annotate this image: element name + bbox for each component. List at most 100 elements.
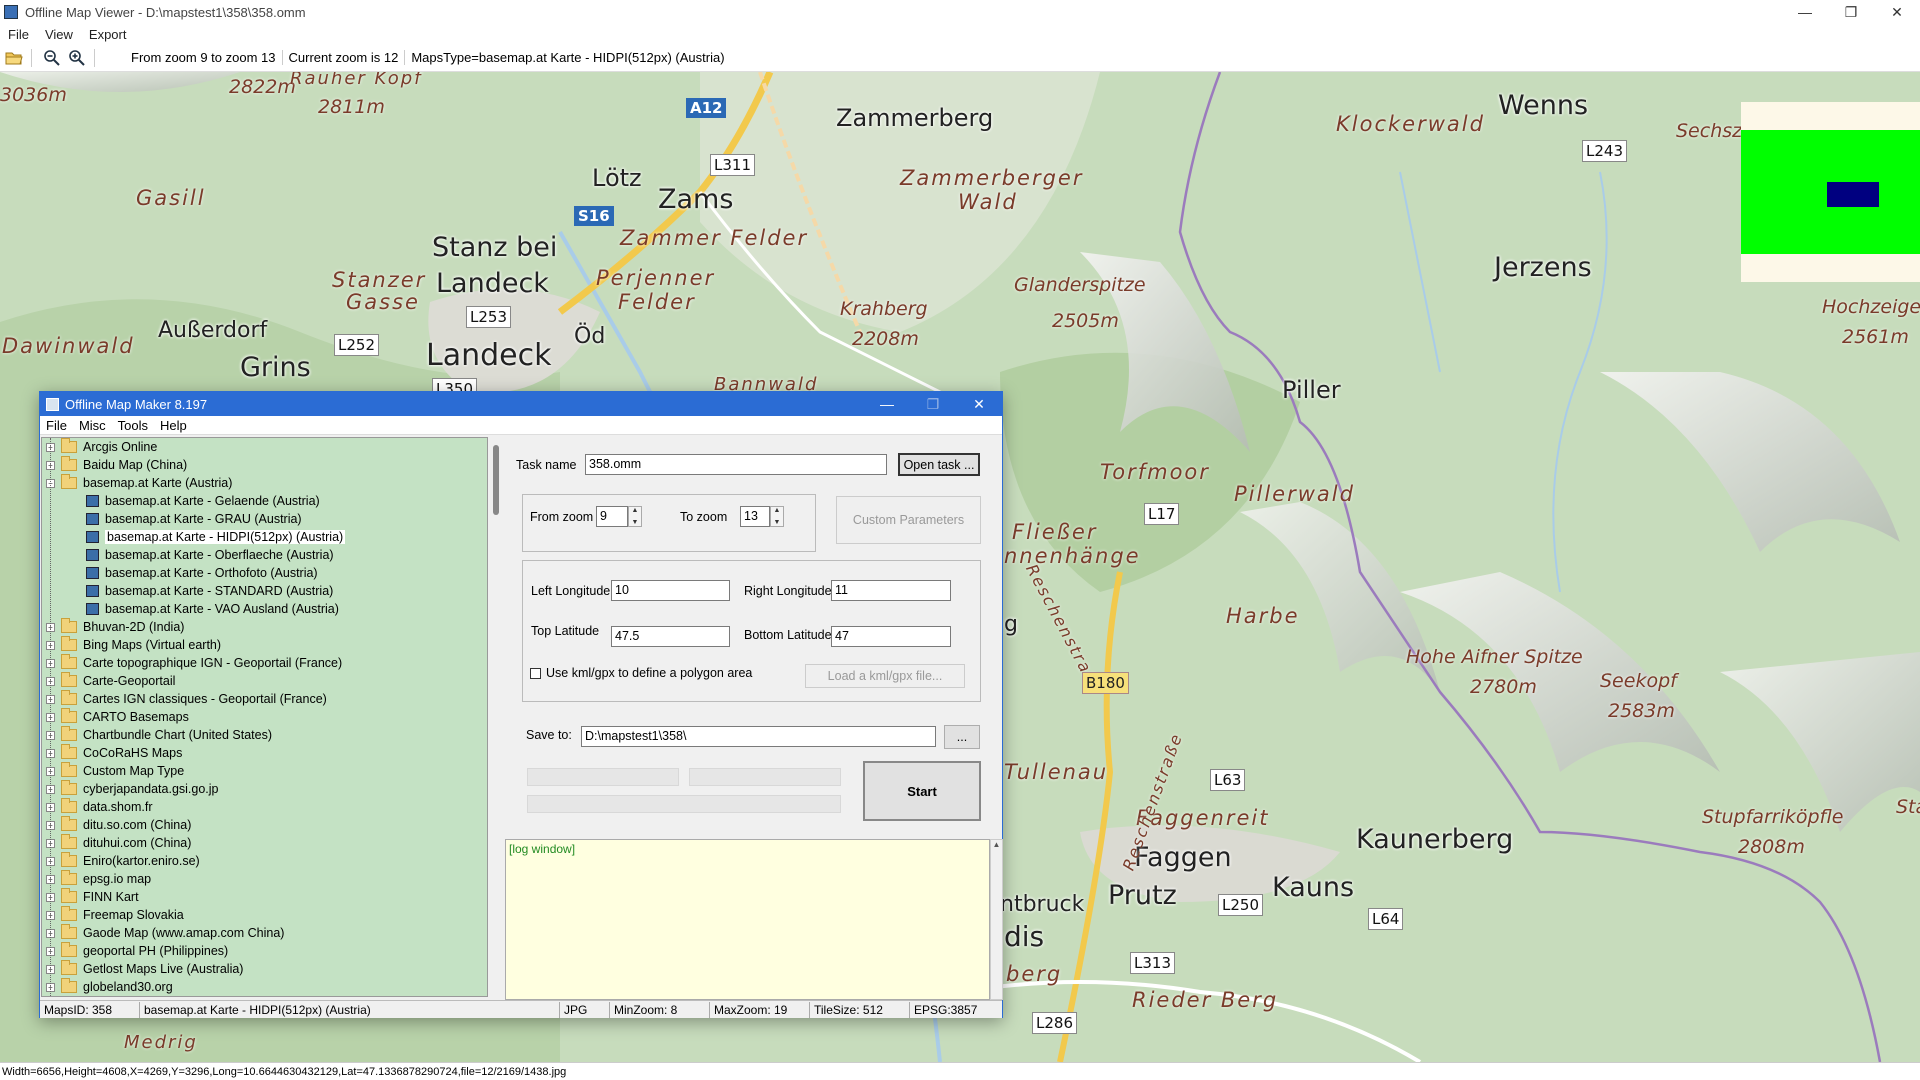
menu-file[interactable]: File [0, 27, 37, 42]
dialog-menu-help[interactable]: Help [154, 418, 193, 433]
map-label: g [1004, 612, 1018, 637]
tree-folder-item[interactable]: + Bing Maps (Virtual earth) [42, 636, 487, 654]
open-task-button[interactable]: Open task ... [898, 453, 980, 476]
tree-folder-item[interactable]: + Eniro(kartor.eniro.se) [42, 852, 487, 870]
tree-folder-item[interactable]: + dituhui.com (China) [42, 834, 487, 852]
zoom-in-icon[interactable] [66, 47, 88, 69]
folder-icon [61, 834, 77, 849]
tree-folder-item[interactable]: + epsg.io map [42, 870, 487, 888]
save-to-input[interactable]: D:\mapstest1\358\ [581, 726, 936, 747]
tree-folder-item[interactable]: + Carte-Geoportail [42, 672, 487, 690]
from-zoom-spinner[interactable]: ▲ ▼ [628, 506, 642, 527]
tree-folder-item[interactable]: + Freemap Slovakia [42, 906, 487, 924]
from-zoom-input[interactable]: 9 [596, 506, 628, 527]
dialog-minimize-button[interactable]: — [864, 392, 910, 416]
open-folder-icon[interactable] [3, 47, 25, 69]
start-button[interactable]: Start [863, 761, 981, 821]
tree-folder-item[interactable]: + globeland30.org [42, 978, 487, 996]
tree-scrollbar[interactable] [489, 437, 505, 997]
map-label: Perjenner [596, 266, 716, 290]
map-label: Klockerwald [1336, 112, 1485, 136]
spin-down-icon[interactable]: ▼ [774, 519, 781, 526]
road-shield: L243 [1582, 140, 1627, 162]
spin-up-icon[interactable]: ▲ [774, 507, 781, 514]
dialog-menu-tools[interactable]: Tools [112, 418, 154, 433]
log-scrollbar[interactable]: ▲ [990, 839, 1003, 1000]
tree-child-item[interactable]: basemap.at Karte - Gelaende (Austria) [42, 492, 487, 510]
tree-item-label: basemap.at Karte - HIDPI(512px) (Austria… [105, 530, 346, 544]
toolbar-separator [94, 48, 95, 67]
map-label: nnenhänge [1004, 544, 1141, 568]
minimize-button[interactable]: — [1782, 0, 1828, 24]
spin-down-icon[interactable]: ▼ [632, 519, 639, 526]
spin-up-icon[interactable]: ▲ [632, 507, 639, 514]
menu-export[interactable]: Export [81, 27, 135, 42]
tree-folder-item[interactable]: + Chartbundle Chart (United States) [42, 726, 487, 744]
log-text: [log window] [509, 842, 576, 856]
folder-icon [61, 708, 77, 723]
dialog-maximize-button[interactable]: ❐ [910, 392, 956, 416]
map-label: Zams [658, 184, 734, 215]
task-name-input[interactable]: 358.omm [585, 454, 887, 475]
tree-folder-item[interactable]: + CARTO Basemaps [42, 708, 487, 726]
tree-folder-item[interactable]: − basemap.at Karte (Austria) [42, 474, 487, 492]
tree-child-item[interactable]: basemap.at Karte - HIDPI(512px) (Austria… [42, 528, 487, 546]
use-kml-checkbox[interactable] [530, 668, 541, 679]
dialog-close-button[interactable]: ✕ [956, 392, 1002, 416]
tree-child-item[interactable]: basemap.at Karte - VAO Ausland (Austria) [42, 600, 487, 618]
tree-folder-item[interactable]: + ditu.so.com (China) [42, 816, 487, 834]
tree-folder-item[interactable]: + Getlost Maps Live (Australia) [42, 960, 487, 978]
maximize-button[interactable]: ❐ [1828, 0, 1874, 24]
status-min-zoom: MinZoom: 8 [610, 1001, 710, 1018]
map-label: 2505m [1052, 310, 1119, 332]
tree-folder-item[interactable]: + Bhuvan-2D (India) [42, 618, 487, 636]
tree-folder-item[interactable]: + cyberjapandata.gsi.go.jp [42, 780, 487, 798]
tree-child-item[interactable]: basemap.at Karte - STANDARD (Austria) [42, 582, 487, 600]
bottom-latitude-input[interactable]: 47 [831, 626, 951, 647]
tree-child-item[interactable]: basemap.at Karte - Oberflaeche (Austria) [42, 546, 487, 564]
tree-folder-item[interactable]: + CoCoRaHS Maps [42, 744, 487, 762]
dialog-menu-misc[interactable]: Misc [73, 418, 112, 433]
tree-folder-item[interactable]: + FINN Kart [42, 888, 487, 906]
road-shield: L17 [1144, 503, 1180, 525]
tree-folder-item[interactable]: + Arcgis Online [42, 438, 487, 456]
map-type-tree[interactable]: + Arcgis Online + Baidu Map (China) − basemap… [41, 437, 488, 997]
top-latitude-input[interactable]: 47.5 [611, 626, 730, 647]
map-label: Kauns [1272, 872, 1355, 903]
dialog-status-bar: MapsID: 358 basemap.at Karte - HIDPI(512… [40, 1000, 1002, 1018]
map-label: Landeck [426, 338, 552, 373]
tree-scroll-thumb[interactable] [493, 445, 499, 515]
tree-child-item[interactable]: basemap.at Karte - GRAU (Austria) [42, 510, 487, 528]
right-longitude-input[interactable]: 11 [831, 580, 951, 601]
tree-folder-item[interactable]: + geoportal PH (Philippines) [42, 942, 487, 960]
tree-folder-item[interactable]: + data.shom.fr [42, 798, 487, 816]
tree-folder-item[interactable]: + Carte topographique IGN - Geoportail (F… [42, 654, 487, 672]
map-label: 2811m [318, 96, 385, 118]
browse-button[interactable]: ... [944, 725, 980, 749]
map-label: Medrig [124, 1032, 198, 1053]
tree-item-label: epsg.io map [83, 872, 152, 886]
overview-minimap[interactable] [1741, 102, 1920, 282]
map-label: Jerzens [1494, 252, 1592, 283]
load-kml-button[interactable]: Load a kml/gpx file... [805, 664, 965, 688]
custom-parameters-button[interactable]: Custom Parameters [836, 496, 981, 544]
log-window[interactable]: [log window] [505, 839, 990, 1000]
overview-viewport-indicator[interactable] [1827, 182, 1879, 207]
left-longitude-input[interactable]: 10 [611, 580, 730, 601]
dialog-title-bar[interactable]: Offline Map Maker 8.197 — ❐ ✕ [40, 392, 1002, 416]
to-zoom-spinner[interactable]: ▲ ▼ [770, 506, 784, 527]
tree-folder-item[interactable]: + Cartes IGN classiques - Geoportail (Fra… [42, 690, 487, 708]
menu-view[interactable]: View [37, 27, 81, 42]
left-longitude-label: Left Longitude [531, 584, 611, 598]
tree-folder-item[interactable]: + Baidu Map (China) [42, 456, 487, 474]
map-label: Zammer Felder [620, 226, 809, 250]
tree-folder-item[interactable]: + Custom Map Type [42, 762, 487, 780]
zoom-out-icon[interactable] [41, 47, 63, 69]
tree-folder-item[interactable]: + Gaode Map (www.amap.com China) [42, 924, 487, 942]
tree-item-label: Gaode Map (www.amap.com China) [83, 926, 285, 940]
close-button[interactable]: ✕ [1874, 0, 1920, 24]
scroll-up-icon[interactable]: ▲ [993, 840, 1001, 849]
to-zoom-input[interactable]: 13 [740, 506, 770, 527]
tree-child-item[interactable]: basemap.at Karte - Orthofoto (Austria) [42, 564, 487, 582]
dialog-menu-file[interactable]: File [40, 418, 73, 433]
